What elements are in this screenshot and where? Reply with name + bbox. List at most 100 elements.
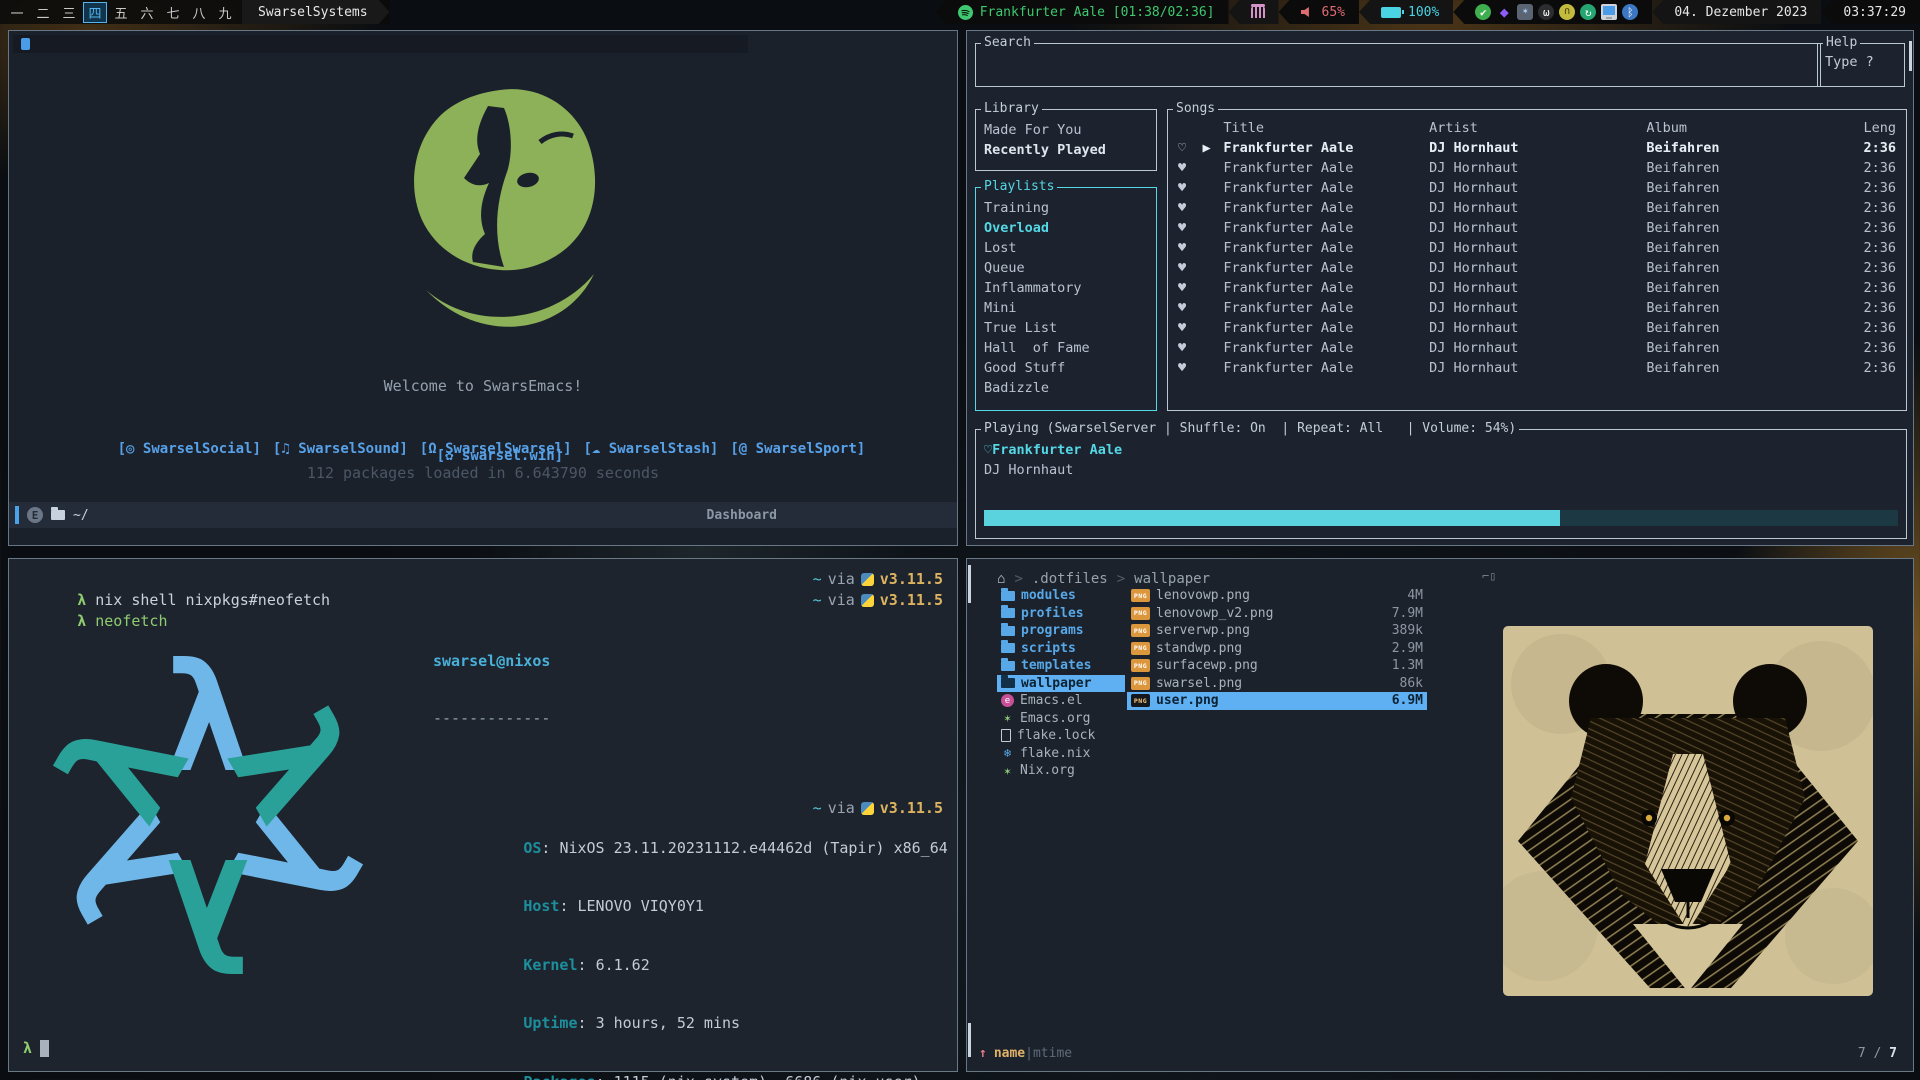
song-row[interactable]: ♥ Frankfurter Aale DJ Hornhaut Beifahren… [1168, 238, 1906, 258]
file-row[interactable]: e Emacs.el [997, 692, 1125, 710]
emacs-tab-bar[interactable] [13, 35, 748, 53]
workspace-button[interactable]: 三 [56, 3, 82, 22]
song-length: 2:36 [1863, 158, 1906, 178]
file-type-icon: ❄ [1001, 747, 1014, 760]
file-row[interactable]: flake.lock [997, 727, 1125, 745]
song-album: Beifahren [1646, 318, 1863, 338]
file-row[interactable]: PNG lenovowp_v2.png 7.9M [1127, 605, 1427, 623]
file-row[interactable]: PNG surfacewp.png 1.3M [1127, 657, 1427, 675]
file-row[interactable]: scripts [997, 640, 1125, 658]
heart-icon[interactable]: ♥ [1178, 198, 1203, 218]
heart-icon[interactable]: ♥ [1178, 358, 1203, 378]
playlist-item[interactable]: Inflammatory [984, 278, 1156, 298]
song-row[interactable]: ♥ Frankfurter Aale DJ Hornhaut Beifahren… [1168, 358, 1906, 378]
heart-icon[interactable]: ♥ [1178, 318, 1203, 338]
col-title[interactable]: Title [1223, 118, 1429, 138]
heart-icon[interactable]: ♥ [1178, 218, 1203, 238]
playlist-item[interactable]: Hall of Fame [984, 338, 1156, 358]
tray-icon[interactable]: ↻ [1580, 4, 1596, 20]
playlist-item[interactable]: Training [984, 198, 1156, 218]
heart-icon[interactable]: ♥ [1178, 158, 1203, 178]
song-row[interactable]: ♥ Frankfurter Aale DJ Hornhaut Beifahren… [1168, 158, 1906, 178]
workspace-button[interactable]: 六 [134, 3, 160, 22]
song-row[interactable]: ♥ Frankfurter Aale DJ Hornhaut Beifahren… [1168, 218, 1906, 238]
heart-icon[interactable]: ♥ [1178, 258, 1203, 278]
workspace-button[interactable]: 四 [83, 2, 107, 23]
breadcrumb-item[interactable]: ⌂ [997, 571, 1005, 587]
tray-icon[interactable]: ω [1538, 4, 1554, 20]
file-size: 1.3M [1392, 658, 1423, 673]
swarsel-win-link[interactable]: [✿ swarsel.win] [437, 448, 563, 464]
search-box[interactable]: Search [975, 43, 1821, 87]
playlist-item[interactable]: Badizzle [984, 378, 1156, 398]
workspace-button[interactable]: 五 [108, 3, 134, 22]
heart-icon[interactable]: ♥ [1178, 278, 1203, 298]
song-row[interactable]: ♥ Frankfurter Aale DJ Hornhaut Beifahren… [1168, 318, 1906, 338]
heart-outline-icon[interactable]: ♡ [984, 442, 992, 458]
song-row[interactable]: ♥ Frankfurter Aale DJ Hornhaut Beifahren… [1168, 258, 1906, 278]
playlist-item[interactable]: Mini [984, 298, 1156, 318]
breadcrumb-item[interactable]: wallpaper [1117, 571, 1210, 587]
breadcrumb-item[interactable]: .dotfiles [1014, 571, 1107, 587]
file-row[interactable]: PNG lenovowp.png 4M [1127, 587, 1427, 605]
terminal-window[interactable]: λ nix shell nixpkgs#neofetch ~ via v3.11… [8, 558, 958, 1072]
playlist-item[interactable]: Good Stuff [984, 358, 1156, 378]
col-album[interactable]: Album [1646, 118, 1863, 138]
heart-icon[interactable]: ♥ [1178, 298, 1203, 318]
file-row[interactable]: modules [997, 587, 1125, 605]
workspace-button[interactable]: 八 [186, 3, 212, 22]
tray-icon[interactable]: ᛒ [1622, 4, 1638, 20]
song-row[interactable]: ♥ Frankfurter Aale DJ Hornhaut Beifahren… [1168, 298, 1906, 318]
song-row[interactable]: ♥ Frankfurter Aale DJ Hornhaut Beifahren… [1168, 178, 1906, 198]
tray-icon[interactable]: ∩ [1559, 4, 1575, 20]
playlist-item[interactable]: Lost [984, 238, 1156, 258]
workspace-button[interactable]: 一 [4, 3, 30, 22]
scrollbar-indicator[interactable] [968, 1023, 971, 1057]
sort-primary[interactable]: name [994, 1046, 1025, 1061]
workspace-button[interactable]: 九 [212, 3, 238, 22]
file-type-icon [1001, 608, 1015, 618]
shell-prompt[interactable]: λ [23, 1039, 49, 1057]
tray-icon[interactable]: ✶ [1517, 4, 1533, 20]
battery-segment[interactable]: 100% [1359, 0, 1453, 24]
file-row[interactable]: profiles [997, 605, 1125, 623]
sort-secondary[interactable]: mtime [1033, 1046, 1072, 1061]
song-row[interactable]: ♥ Frankfurter Aale DJ Hornhaut Beifahren… [1168, 278, 1906, 298]
song-row[interactable]: ♥ Frankfurter Aale DJ Hornhaut Beifahren… [1168, 198, 1906, 218]
seek-bar[interactable] [984, 510, 1898, 526]
sort-direction-icon[interactable]: ↑ [979, 1046, 987, 1061]
heart-icon[interactable]: ♥ [1178, 238, 1203, 258]
playlist-item[interactable]: True List [984, 318, 1156, 338]
file-row[interactable]: PNG standwp.png 2.9M [1127, 640, 1427, 658]
col-length[interactable]: Leng [1863, 118, 1906, 138]
library-item[interactable]: Recently Played [984, 140, 1156, 160]
heart-icon[interactable]: ♥ [1178, 178, 1203, 198]
playlist-item[interactable]: Queue [984, 258, 1156, 278]
scrollbar-indicator[interactable] [968, 565, 971, 603]
library-item[interactable]: Made For You [984, 120, 1156, 140]
file-row[interactable]: PNG serverwp.png 389k [1127, 622, 1427, 640]
workspace-button[interactable]: 二 [30, 3, 56, 22]
volume-segment[interactable]: 65% [1279, 0, 1359, 24]
tray-icon[interactable] [1601, 4, 1617, 20]
file-row[interactable]: ❄ flake.nix [997, 745, 1125, 763]
heart-icon[interactable]: ♡ [1178, 138, 1203, 158]
song-row[interactable]: ♥ Frankfurter Aale DJ Hornhaut Beifahren… [1168, 338, 1906, 358]
heart-icon[interactable]: ♥ [1178, 338, 1203, 358]
file-row[interactable]: PNG swarsel.png 86k [1127, 675, 1427, 693]
file-row[interactable]: wallpaper [997, 675, 1125, 693]
file-row[interactable]: templates [997, 657, 1125, 675]
tray-icon[interactable]: ✔ [1475, 4, 1491, 20]
tray-icon[interactable]: ◆ [1496, 4, 1512, 20]
file-row[interactable]: ✶ Nix.org [997, 762, 1125, 780]
building-segment[interactable] [1229, 0, 1279, 24]
file-row[interactable]: PNG user.png 6.9M [1127, 692, 1427, 710]
file-row[interactable]: ✶ Emacs.org [997, 710, 1125, 728]
song-row[interactable]: ♡ ▶ Frankfurter Aale DJ Hornhaut Beifahr… [1168, 138, 1906, 158]
playlist-item[interactable]: Overload [984, 218, 1156, 238]
player-scrollbar[interactable] [1909, 41, 1912, 71]
file-row[interactable]: programs [997, 622, 1125, 640]
col-artist[interactable]: Artist [1429, 118, 1646, 138]
now-playing-segment[interactable]: Frankfurter Aale [01:38/02:36] [936, 0, 1229, 24]
workspace-button[interactable]: 七 [160, 3, 186, 22]
